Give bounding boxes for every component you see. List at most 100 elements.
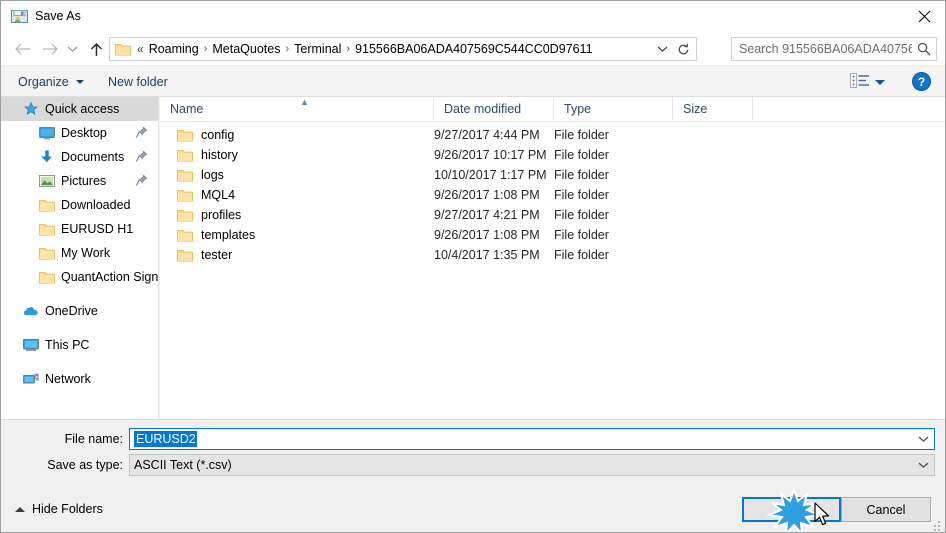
column-header-label: Size [683, 101, 708, 116]
folder-icon [177, 148, 193, 162]
breadcrumb-item-terminal[interactable]: Terminal [291, 38, 344, 60]
sidebar-item-onedrive[interactable]: OneDrive [1, 299, 158, 323]
column-header-label: Date modified [444, 101, 522, 116]
this-pc-icon [23, 337, 39, 353]
recent-locations-icon[interactable] [63, 36, 81, 62]
column-header-date-modified[interactable]: Date modified [434, 97, 554, 120]
breadcrumb-item-instance-id[interactable]: 915566BA06ADA407569C544CC0D97611 [352, 38, 595, 60]
back-button[interactable] [9, 36, 35, 62]
cancel-button-label: Cancel [866, 502, 906, 517]
view-layout-icon[interactable] [850, 72, 870, 90]
navigation-bar: « Roaming › MetaQuotes › Terminal › 9155… [1, 33, 945, 65]
sidebar-item-pictures[interactable]: Pictures [1, 169, 158, 193]
column-header-label: Type [564, 101, 592, 116]
view-dropdown-icon[interactable] [875, 80, 885, 85]
file-name-cell: config [160, 125, 234, 145]
folder-icon [177, 168, 193, 182]
column-header-name[interactable]: Name ▲ [160, 97, 434, 120]
sidebar-item-quick-access[interactable]: Quick access [1, 97, 158, 121]
pin-icon[interactable] [135, 126, 148, 139]
sidebar-item-desktop[interactable]: Desktop [1, 121, 158, 145]
address-dropdown-icon[interactable] [652, 38, 672, 60]
caret-up-icon: ▲ [300, 97, 309, 107]
address-bar[interactable]: « Roaming › MetaQuotes › Terminal › 9155… [109, 37, 697, 61]
table-row[interactable]: MQL4 9/26/2017 1:08 PM File folder [160, 185, 945, 205]
onedrive-cloud-icon [23, 303, 39, 319]
window-title: Save As [35, 9, 81, 23]
breadcrumb-overflow[interactable]: « [135, 38, 146, 60]
sidebar-item-network[interactable]: Network [1, 367, 158, 391]
column-header-label: Name [170, 101, 204, 116]
svg-text:?: ? [918, 75, 925, 89]
file-name-cell: templates [160, 225, 255, 245]
table-row[interactable]: tester 10/4/2017 1:35 PM File folder [160, 245, 945, 265]
breadcrumb-item-roaming[interactable]: Roaming [146, 38, 202, 60]
file-type-cell: File folder [554, 148, 609, 162]
file-type-cell: File folder [554, 248, 609, 262]
organize-button[interactable]: Organize [18, 67, 84, 96]
sidebar-item-quantaction-signal[interactable]: QuantAction Signal [1, 265, 158, 289]
column-header-size[interactable]: Size [673, 97, 753, 120]
save-button[interactable]: Save [742, 497, 841, 522]
folder-icon [177, 188, 193, 202]
sidebar-item-eurusd-h1[interactable]: EURUSD H1 [1, 217, 158, 241]
sidebar-item-label: EURUSD H1 [61, 222, 134, 236]
sidebar-item-documents[interactable]: Documents [1, 145, 158, 169]
file-name-value[interactable]: EURUSD2 [134, 431, 197, 447]
pin-icon[interactable] [135, 150, 148, 163]
file-name-label: profiles [201, 208, 242, 222]
table-row[interactable]: logs 10/10/2017 1:17 PM File folder [160, 165, 945, 185]
file-rows-container: config 9/27/2017 4:44 PM File folder his… [160, 122, 945, 265]
table-row[interactable]: history 9/26/2017 10:17 PM File folder [160, 145, 945, 165]
sidebar-item-my-work[interactable]: My Work [1, 241, 158, 265]
sidebar-item-label: Desktop [61, 126, 107, 140]
folder-icon [39, 197, 55, 213]
table-row[interactable]: profiles 9/27/2017 4:21 PM File folder [160, 205, 945, 225]
cancel-button[interactable]: Cancel [841, 497, 931, 522]
up-button[interactable] [83, 36, 109, 62]
network-icon [23, 371, 39, 387]
documents-download-icon [39, 149, 55, 165]
pin-icon[interactable] [135, 174, 148, 187]
table-row[interactable]: config 9/27/2017 4:44 PM File folder [160, 125, 945, 145]
forward-button[interactable] [37, 36, 63, 62]
file-type-cell: File folder [554, 228, 609, 242]
folder-icon [39, 221, 55, 237]
refresh-icon[interactable] [672, 38, 694, 60]
file-name-label: MQL4 [201, 188, 236, 202]
file-list: Name ▲ Date modified Type Size config 9/… [160, 97, 945, 419]
breadcrumb-separator[interactable]: › [202, 38, 210, 60]
save-as-type-select[interactable]: ASCII Text (*.csv) [129, 454, 935, 476]
file-date-cell: 10/10/2017 1:17 PM [434, 168, 547, 182]
file-name-input[interactable]: EURUSD2 [129, 428, 935, 450]
search-icon[interactable] [912, 42, 936, 56]
sidebar-item-label: This PC [45, 338, 90, 352]
breadcrumb-separator[interactable]: › [283, 38, 291, 60]
navigation-pane: Quick access Desktop Documents Pictures … [1, 97, 159, 419]
file-type-cell: File folder [554, 208, 609, 222]
table-row[interactable]: templates 9/26/2017 1:08 PM File folder [160, 225, 945, 245]
save-as-dialog: Save As « Roaming › MetaQuotes › Termina… [0, 0, 946, 533]
help-icon[interactable]: ? [912, 72, 931, 91]
close-icon[interactable] [901, 1, 945, 32]
resize-grip-icon[interactable] [931, 518, 943, 531]
file-name-cell: MQL4 [160, 185, 235, 205]
chevron-down-icon[interactable] [914, 455, 932, 475]
sidebar-item-this-pc[interactable]: This PC [1, 333, 158, 357]
new-folder-button[interactable]: New folder [108, 67, 168, 96]
search-input[interactable]: Search 915566BA06ADA40756... [739, 42, 912, 56]
hide-folders-button[interactable]: Hide Folders [15, 502, 103, 516]
breadcrumb-separator[interactable]: › [344, 38, 352, 60]
search-box[interactable]: Search 915566BA06ADA40756... [731, 37, 937, 61]
sidebar-item-label: Documents [61, 150, 125, 164]
sidebar-item-label: Quick access [45, 102, 120, 116]
column-header-type[interactable]: Type [554, 97, 673, 120]
sidebar-item-label: OneDrive [45, 304, 98, 318]
breadcrumb-item-metaquotes[interactable]: MetaQuotes [209, 38, 283, 60]
sidebar-item-downloaded[interactable]: Downloaded [1, 193, 158, 217]
save-as-type-label: Save as type: [47, 458, 123, 472]
file-type-cell: File folder [554, 128, 609, 142]
chevron-down-icon[interactable] [914, 429, 932, 449]
